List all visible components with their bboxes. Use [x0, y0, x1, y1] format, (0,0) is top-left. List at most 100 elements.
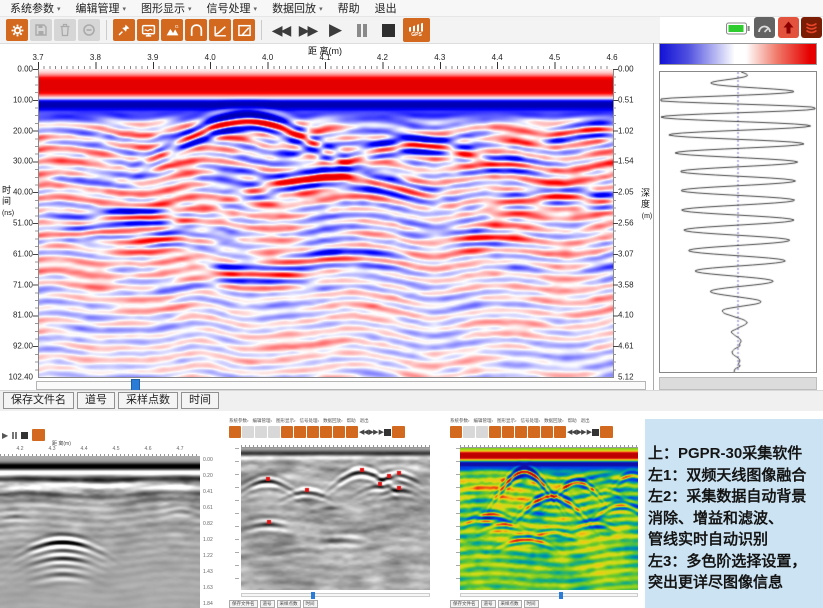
time-tick-2: 20.00: [13, 126, 33, 135]
time-tick-4: 40.00: [13, 188, 33, 197]
mini-delete-button: [255, 426, 267, 438]
mini-rewind-icon: ◀◀: [359, 428, 368, 436]
gps-button[interactable]: GPS: [403, 18, 430, 42]
menu-item-2[interactable]: 图形显示▾: [141, 0, 192, 16]
caption-text: 上：PGPR-30采集软件左1：双频天线图像融合左2：采集数据自动背景消除、增益…: [648, 443, 822, 594]
marker-pin-button[interactable]: [113, 19, 135, 41]
thumb1-depth-tick-8: 1.63: [203, 585, 213, 591]
caret-icon: ▾: [468, 419, 470, 423]
signal-curve-button[interactable]: [209, 19, 231, 41]
thumb1-depth-tick-6: 1.22: [203, 553, 213, 559]
status-tab-3[interactable]: 时间: [181, 392, 219, 409]
x-tick-2: 3.9: [147, 53, 158, 62]
display-settings-button[interactable]: [137, 19, 159, 41]
trace-position-slider[interactable]: [36, 381, 646, 390]
depth-tick-1: 0.51: [618, 95, 634, 104]
x-axis-ticks: 3.73.83.94.04.04.14.24.34.44.54.6: [38, 53, 612, 62]
menu-item-3[interactable]: 信号处理▾: [207, 0, 258, 16]
thumb3-slider-thumb: [559, 592, 563, 599]
thumb2-time-axis: [227, 448, 239, 590]
mini-delete-button: [476, 426, 488, 438]
radar-button[interactable]: [801, 17, 822, 38]
pause-button[interactable]: [349, 19, 374, 41]
time-axis-title: 时间 (ns): [1, 185, 15, 219]
pipeline-detect-button[interactable]: [185, 19, 207, 41]
mini-toolbar: ◀◀ ▶▶ ▶: [229, 426, 405, 438]
depth-tick-8: 4.10: [618, 311, 634, 320]
mini-curve-button: [333, 426, 345, 438]
thumb2-slider-thumb: [311, 592, 315, 599]
menu-item-6[interactable]: 退出: [375, 0, 397, 16]
caption-line-1: 左1：双频天线图像融合: [648, 465, 822, 487]
status-tab-0[interactable]: 保存文件名: [3, 392, 74, 409]
fast-forward-button[interactable]: ▶▶: [295, 19, 320, 41]
mini-annotate-button: [346, 426, 358, 438]
caret-icon: ▾: [515, 419, 517, 423]
thumb1-depth-tick-0: 0.00: [203, 457, 213, 463]
time-tick-3: 30.00: [13, 157, 33, 166]
colorbar: [659, 43, 817, 65]
mini-settings-button: [229, 426, 241, 438]
time-tick-5: 51.00: [13, 219, 33, 228]
curve-icon: [213, 23, 228, 38]
mini-menu-item-6: 退出: [581, 418, 590, 424]
record-button[interactable]: [78, 19, 100, 41]
mini-tab-2: 采样点数: [277, 600, 301, 608]
menu-item-0[interactable]: 系统参数▾: [10, 0, 61, 16]
mini-play-icon: ▶: [379, 428, 383, 436]
depth-tick-6: 3.07: [618, 249, 634, 258]
time-tick-7: 71.00: [13, 280, 33, 289]
menu-item-5[interactable]: 帮助: [338, 0, 360, 16]
menu-item-1[interactable]: 编辑管理▾: [76, 0, 127, 16]
play-button[interactable]: ▶: [322, 19, 347, 41]
mini-tab-0: 保存文件名: [450, 600, 479, 608]
x-tick-4: 4.0: [262, 53, 273, 62]
time-axis-title-text: 时间: [1, 185, 12, 207]
mini-toolbar: ▶: [2, 426, 45, 444]
toolbar-separator: [261, 20, 262, 40]
thumbnail-3-multicolor: 系统参数▾编辑管理▾图形显示▾信号处理▾数据回放▾帮助退出 ◀◀ ▶▶ ▶ 保存…: [448, 418, 642, 608]
depth-tick-3: 1.54: [618, 157, 634, 166]
caret-icon: ▾: [341, 419, 343, 423]
floppy-icon: [34, 23, 48, 37]
delete-button[interactable]: [54, 19, 76, 41]
caption-line-4: 管线实时自动识别: [648, 529, 822, 551]
caption-line-6: 突出更详尽图像信息: [648, 572, 822, 594]
gain-button[interactable]: G: [161, 19, 183, 41]
time-axis-unit: (ns): [2, 210, 14, 217]
caret-icon: ▾: [294, 419, 296, 423]
gain-mountain-icon: G: [165, 23, 180, 38]
x-tick-9: 4.5: [549, 53, 560, 62]
svg-text:G: G: [174, 23, 178, 29]
gauge-button[interactable]: [754, 17, 775, 38]
status-tab-1[interactable]: 道号: [77, 392, 115, 409]
time-tick-8: 81.00: [13, 311, 33, 320]
annotate-button[interactable]: [233, 19, 255, 41]
thumbnail-1-grayscale: ▶ 距 离(m) 4.24.34.44.54.64.7 0.000.200.41…: [0, 424, 216, 608]
radar-waves-icon: [804, 20, 819, 35]
x-tick-7: 4.3: [434, 53, 445, 62]
battery-icon: [726, 22, 750, 35]
menu-item-4[interactable]: 数据回放▾: [272, 0, 323, 16]
status-tab-2[interactable]: 采样点数: [118, 392, 178, 409]
gear-icon: [10, 23, 25, 38]
upload-button[interactable]: [778, 17, 799, 38]
mini-ffwd-icon: ▶▶: [369, 428, 378, 436]
battery-indicator: [726, 22, 750, 35]
time-axis-tickmarks: [33, 69, 38, 377]
thumb1-depth-tick-9: 1.84: [203, 601, 213, 607]
caret-icon: ▾: [539, 419, 541, 423]
mini-stop-icon: [592, 429, 599, 436]
settings-button[interactable]: [6, 19, 28, 41]
caret-icon: ▾: [562, 419, 564, 423]
stop-button[interactable]: [376, 19, 401, 41]
circle-icon: [82, 23, 96, 37]
rewind-button[interactable]: ◀◀: [268, 19, 293, 41]
depth-axis-title-text: 深度: [640, 188, 651, 210]
mini-tab-1: 道号: [260, 600, 275, 608]
trace-waveform-canvas: [660, 72, 816, 372]
caret-icon: ▾: [123, 6, 127, 13]
mini-annotate-button: [554, 426, 566, 438]
caption-line-3: 消除、增益和滤波、: [648, 508, 822, 530]
save-button[interactable]: [30, 19, 52, 41]
